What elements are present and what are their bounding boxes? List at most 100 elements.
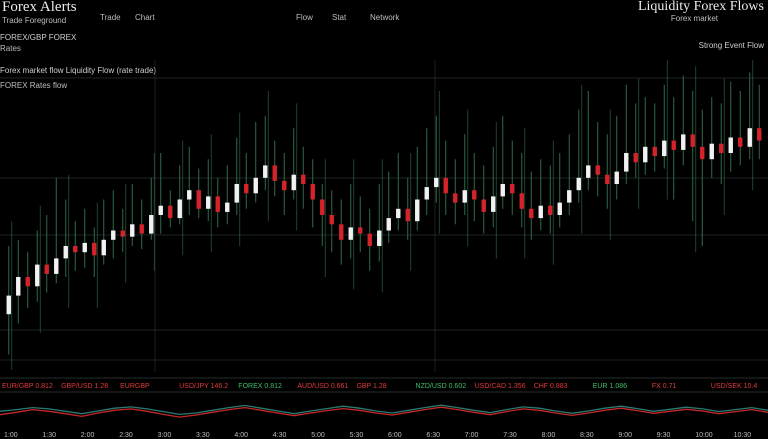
candle-bear [282, 180, 287, 191]
ticker-item: EURGBP [120, 383, 150, 390]
axis-tick-label: 2:00 [81, 432, 95, 439]
candle-bull [567, 190, 572, 203]
candle-bull [424, 187, 429, 200]
axis-tick-label: 1:30 [42, 432, 56, 439]
candle-bull [54, 258, 59, 274]
candle-bear [453, 193, 458, 203]
candle-bear [367, 233, 372, 246]
candle-bear [700, 146, 705, 160]
candle-bear [215, 196, 220, 212]
axis-tick-label: 6:30 [426, 432, 440, 439]
candle-bull [225, 202, 230, 212]
ticker-item: USD/CAD 1.356 [475, 383, 526, 390]
candle-bull [681, 134, 686, 150]
axis-tick-label: 2:30 [119, 432, 133, 439]
candle-bull [149, 215, 154, 234]
candle-bull [662, 140, 667, 157]
candle-bear [329, 215, 334, 225]
candle-bull [101, 239, 106, 256]
candle-bear [605, 174, 610, 184]
ticker-item: AUD/USD 0.661 [297, 383, 348, 390]
candle-bear [120, 230, 125, 237]
candle-bear [92, 242, 97, 256]
axis-tick-label: 6:00 [388, 432, 402, 439]
axis-tick-label: 5:00 [311, 432, 325, 439]
axis-tick-label: 3:00 [158, 432, 172, 439]
ticker-item: NZD/USD 0.602 [416, 383, 467, 390]
ticker-item: USD/JPY 146.2 [179, 383, 228, 390]
axis-tick-label: 5:30 [350, 432, 364, 439]
candle-bull [728, 137, 733, 153]
candle-bull [500, 184, 505, 197]
candle-bull [576, 177, 581, 191]
candle-bear [25, 277, 30, 287]
chart-grid [0, 60, 768, 372]
ticker-item: EUR/GBP 0.812 [2, 383, 53, 390]
candle-bear [548, 205, 553, 215]
candle-bear [738, 137, 743, 147]
candle-bull [538, 205, 543, 219]
chart-candles [6, 128, 762, 315]
candle-bull [35, 264, 40, 287]
candle-bear [595, 165, 600, 175]
axis-tick-label: 9:00 [618, 432, 632, 439]
candle-bear [168, 205, 173, 219]
candle-bull [158, 205, 163, 215]
candle-bull [434, 177, 439, 188]
candle-bear [443, 177, 448, 194]
candle-bull [396, 208, 401, 219]
candlestick-chart[interactable]: EUR/GBP 0.812 GBP/USD 1.28 EURGBP USD/JPY 1… [0, 0, 768, 439]
axis-tick-label: 8:30 [580, 432, 594, 439]
candle-bull [291, 174, 296, 191]
candle-bull [491, 196, 496, 212]
candle-bull [614, 171, 619, 184]
candle-bear [633, 153, 638, 163]
candle-bull [130, 224, 135, 237]
axis-tick-label: 8:00 [542, 432, 556, 439]
axis-tick-label: 1:00 [4, 432, 18, 439]
candle-bear [358, 227, 363, 234]
candle-bull [16, 277, 21, 296]
candle-bear [272, 165, 277, 181]
candle-bull [253, 177, 258, 194]
candle-bull [386, 218, 391, 231]
candle-bear [652, 146, 657, 157]
ticker-item: CHF 0.883 [534, 383, 568, 390]
candle-bull [709, 143, 714, 160]
candle-bull [206, 196, 211, 209]
candle-bear [405, 208, 410, 222]
candle-bull [377, 230, 382, 246]
candle-bull [462, 190, 467, 203]
candle-bull [187, 190, 192, 200]
oscillator-panel [0, 404, 768, 418]
candle-bear [73, 246, 78, 253]
candle-bear [519, 193, 524, 209]
ticker-item: USD/SEK 10.4 [711, 383, 757, 390]
axis-tick-label: 3:30 [196, 432, 210, 439]
ticker-item: EUR 1.086 [593, 383, 627, 390]
candle-bear [529, 208, 534, 219]
candle-bear [690, 134, 695, 147]
candle-bear [301, 174, 306, 184]
axis-tick-label: 10:00 [695, 432, 713, 439]
candle-bull [177, 199, 182, 219]
candle-bull [6, 295, 11, 315]
candle-bear [196, 190, 201, 209]
candle-bear [472, 190, 477, 200]
candle-bull [63, 246, 68, 259]
axis-tick-label: 4:30 [273, 432, 287, 439]
candle-bear [310, 184, 315, 200]
axis-tick-label: 10:30 [734, 432, 752, 439]
candle-bear [671, 140, 676, 150]
candle-bear [339, 224, 344, 240]
candle-bull [263, 165, 268, 178]
candle-bear [44, 264, 49, 274]
ticker-item: FX 0.71 [652, 383, 677, 390]
candle-bear [244, 184, 249, 194]
candle-bear [139, 224, 144, 234]
ticker-strip: EUR/GBP 0.812 GBP/USD 1.28 EURGBP USD/JPY 1… [0, 377, 768, 393]
candle-bear [510, 184, 515, 194]
candle-bear [481, 199, 486, 212]
candle-bull [747, 128, 752, 147]
ticker-item: GBP 1.28 [356, 383, 386, 390]
